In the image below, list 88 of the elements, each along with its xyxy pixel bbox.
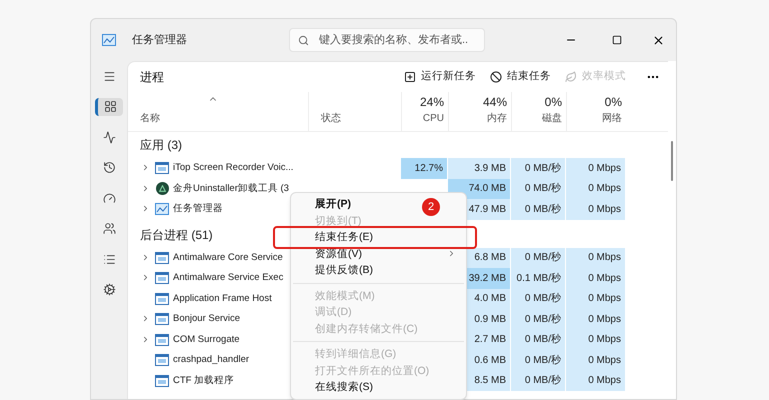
menu-item[interactable]: 在线搜索(S) [315, 382, 373, 392]
window-icon [155, 374, 169, 387]
metric-cell: 0 MB/秒 [511, 288, 566, 309]
metric-cell: 0 Mbps [566, 288, 626, 309]
submenu-icon [447, 249, 456, 258]
chevron-right-icon[interactable] [141, 163, 150, 172]
process-name: 任务管理器 [173, 202, 223, 216]
window-title: 任务管理器 [132, 32, 187, 48]
chevron-right-icon[interactable] [141, 252, 150, 262]
metric-cell: 0 Mbps [566, 350, 626, 370]
menu-item[interactable]: 提供反馈(B) [315, 265, 373, 276]
metric-cell: 0 MB/秒 [511, 330, 566, 350]
search-field[interactable]: 键入要搜索的名称、发布者或... [289, 28, 485, 52]
leaf-icon [565, 71, 577, 83]
column-header[interactable]: 名称 [140, 111, 308, 126]
window-icon [155, 292, 169, 305]
nav-button[interactable] [95, 98, 123, 116]
group-title: 应用 (3) [140, 137, 182, 154]
window-icon [155, 162, 169, 174]
column-total: 0% [604, 94, 622, 111]
metric-cell: 0 Mbps [566, 178, 626, 199]
menu-icon [102, 70, 116, 82]
users-icon [102, 222, 116, 235]
window-icon [155, 354, 169, 366]
metric-cell: 0 Mbps [566, 309, 626, 330]
column-header[interactable]: CPU [422, 111, 444, 126]
scrollbar-thumb[interactable] [671, 141, 673, 181]
column-header[interactable]: 状态 [321, 111, 401, 126]
logo-icon [156, 182, 168, 196]
maximize-icon [612, 35, 622, 45]
cog-icon [102, 283, 116, 296]
column-header[interactable]: 磁盘 [542, 111, 562, 126]
process-name: CTF 加载程序 [173, 374, 234, 388]
window-icon [155, 252, 169, 264]
column-header[interactable]: 网络 [602, 111, 622, 126]
metric-cell: 0 Mbps [566, 248, 626, 268]
metric-cell: 0 MB/秒 [511, 158, 566, 178]
ban-icon [490, 71, 502, 83]
close-icon [652, 34, 664, 46]
column-total: 24% [420, 94, 444, 111]
metric-cell: 0 Mbps [566, 158, 626, 178]
metric-cell: 12.7% [401, 158, 448, 178]
group-title: 后台进程 (51) [140, 226, 213, 244]
process-name: COM Surrogate [173, 332, 240, 347]
process-name: Antimalware Core Service [173, 250, 283, 265]
page-title: 进程 [140, 69, 164, 86]
process-name: Bonjour Service [173, 312, 240, 326]
toolbar-button[interactable]: 运行新任务 [404, 69, 476, 85]
column-total: 44% [482, 94, 507, 111]
metric-cell: 0 MB/秒 [511, 350, 566, 370]
menu-item[interactable]: 展开(P) [315, 199, 351, 210]
search-icon [298, 34, 309, 46]
metric-cell: 0 Mbps [566, 199, 626, 220]
chevron-right-icon[interactable] [141, 314, 150, 324]
metric-cell: 0 MB/秒 [511, 370, 566, 391]
metric-cell: 0 Mbps [566, 330, 626, 350]
metric-cell: 0.1 MB/秒 [511, 268, 566, 288]
process-name: 金舟Uninstaller卸载工具 (3 [173, 182, 289, 196]
process-name: Antimalware Service Exec [173, 271, 284, 286]
menu-item[interactable]: 资源值(V) [315, 248, 362, 259]
history-icon [102, 161, 116, 174]
chevron-right-icon[interactable] [141, 273, 150, 282]
metric-cell: 0 MB/秒 [511, 178, 566, 199]
menu-item[interactable]: 结束任务(E) [315, 232, 373, 242]
window-icon [155, 334, 169, 346]
chevron-right-icon[interactable] [141, 204, 150, 214]
chart-icon [155, 203, 169, 216]
metric-cell: 0 MB/秒 [511, 309, 566, 330]
window-icon [155, 272, 169, 284]
chart-icon [102, 34, 116, 46]
metric-cell: 3.9 MB [448, 158, 511, 178]
chevron-right-icon[interactable] [141, 184, 150, 193]
gauge-icon [102, 192, 116, 204]
pulse-chart-icon [102, 130, 116, 144]
column-header[interactable]: 内存 [487, 111, 507, 126]
plus-square-icon [404, 71, 416, 83]
metric-cell: 0 Mbps [566, 268, 626, 288]
metric-cell: 0 MB/秒 [511, 248, 566, 268]
metric-cell: 0 MB/秒 [511, 199, 566, 220]
process-name: crashpad_handler [173, 353, 250, 368]
chevron-right-icon[interactable] [141, 334, 150, 344]
grid-icon [104, 100, 117, 113]
column-total: 0% [544, 94, 562, 111]
process-name: iTop Screen Recorder Voic... [173, 161, 294, 176]
toolbar-button[interactable]: 结束任务 [490, 69, 551, 85]
metric-cell: 0 Mbps [566, 370, 626, 391]
process-name: Application Frame Host [173, 292, 272, 306]
window-icon [155, 313, 169, 326]
